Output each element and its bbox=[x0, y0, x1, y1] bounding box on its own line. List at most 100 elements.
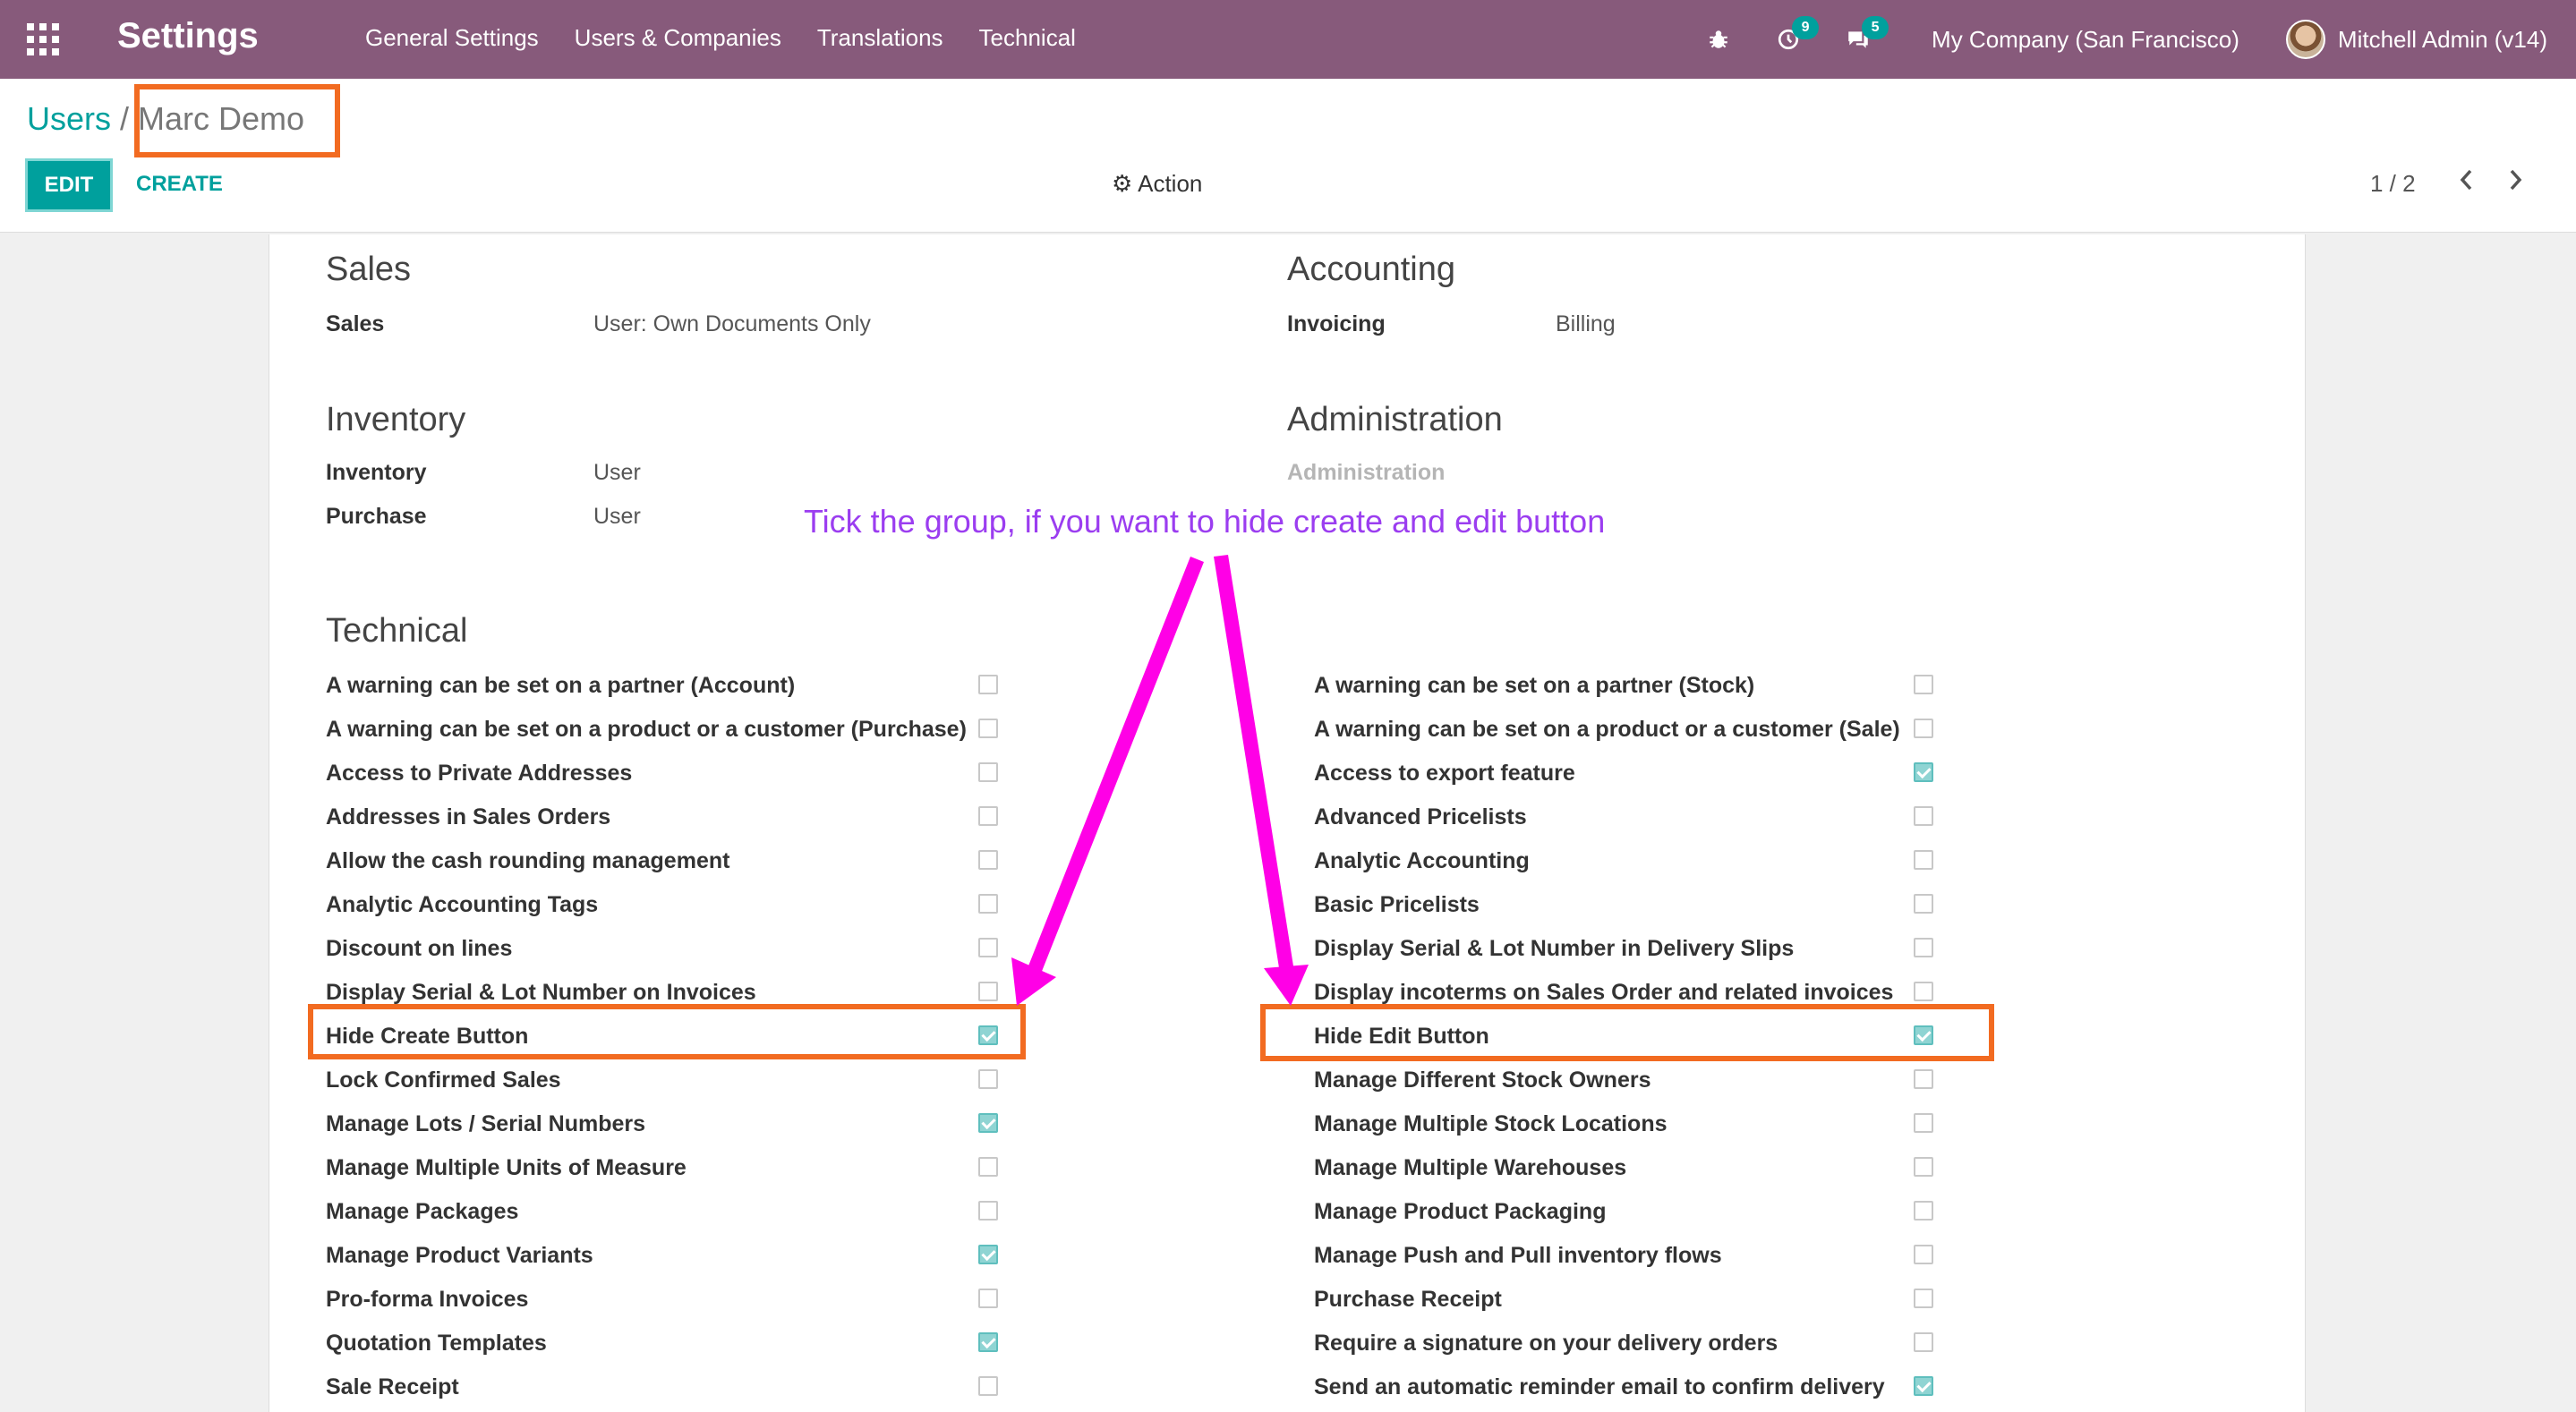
technical-option-label: Manage Lots / Serial Numbers bbox=[326, 1111, 646, 1136]
checkbox[interactable] bbox=[1914, 806, 1933, 826]
checkbox[interactable] bbox=[978, 894, 998, 914]
technical-option-row: Manage Product Variants bbox=[326, 1234, 1005, 1278]
technical-option-label: Allow the cash rounding management bbox=[326, 848, 730, 873]
technical-option-row: A warning can be set on a partner (Stock… bbox=[1314, 664, 1941, 708]
checkbox[interactable] bbox=[1914, 1069, 1933, 1089]
menu-users-companies[interactable]: Users & Companies bbox=[575, 24, 781, 52]
messages-chat-icon[interactable]: 5 bbox=[1840, 16, 1889, 57]
top-navbar: Settings General Settings Users & Compan… bbox=[0, 0, 2576, 79]
technical-option-label: Purchase Receipt bbox=[1314, 1287, 1502, 1312]
checkbox[interactable] bbox=[1914, 982, 1933, 1001]
breadcrumb-separator: / bbox=[120, 100, 130, 137]
control-panel: Users / Marc Demo EDIT CREATE ⚙ Action 1 /… bbox=[0, 79, 2576, 233]
checkbox[interactable] bbox=[978, 938, 998, 957]
technical-option-label: Manage Multiple Units of Measure bbox=[326, 1155, 687, 1180]
technical-option-row: Basic Pricelists bbox=[1314, 883, 1941, 927]
annotation-text: Tick the group, if you want to hide crea… bbox=[804, 503, 1606, 540]
activity-clock-icon[interactable]: 9 bbox=[1770, 16, 1820, 57]
checkbox[interactable] bbox=[978, 719, 998, 738]
field-label-purchase: Purchase bbox=[326, 504, 427, 529]
main-menu: General Settings Users & Companies Trans… bbox=[365, 24, 1076, 52]
checkbox[interactable] bbox=[1914, 1289, 1933, 1308]
technical-option-row: A warning can be set on a product or a c… bbox=[1314, 708, 1941, 752]
checkbox[interactable] bbox=[978, 806, 998, 826]
technical-option-label: Basic Pricelists bbox=[1314, 892, 1480, 917]
checkbox[interactable] bbox=[1914, 719, 1933, 738]
technical-option-label: Pro-forma Invoices bbox=[326, 1287, 529, 1312]
user-menu[interactable]: Mitchell Admin (v14) bbox=[2338, 26, 2547, 54]
section-title-administration: Administration bbox=[1287, 401, 1503, 438]
technical-option-row: Analytic Accounting bbox=[1314, 839, 1941, 883]
technical-option-row: Sale Receipt bbox=[326, 1365, 1005, 1409]
technical-option-label: Analytic Accounting bbox=[1314, 848, 1530, 873]
messages-count-badge: 5 bbox=[1862, 16, 1889, 39]
create-button[interactable]: CREATE bbox=[136, 172, 223, 197]
checkbox[interactable] bbox=[1914, 1113, 1933, 1133]
technical-option-row: Discount on lines bbox=[326, 927, 1005, 971]
checkbox[interactable] bbox=[1914, 850, 1933, 870]
technical-option-label: Sale Receipt bbox=[326, 1374, 459, 1399]
technical-option-label: Manage Multiple Warehouses bbox=[1314, 1155, 1627, 1180]
technical-option-row: Quotation Templates bbox=[326, 1322, 1005, 1365]
checkbox-checked[interactable] bbox=[978, 1113, 998, 1133]
technical-option-label: A warning can be set on a partner (Stock… bbox=[1314, 673, 1755, 698]
technical-option-label: Advanced Pricelists bbox=[1314, 804, 1527, 829]
technical-option-label: Discount on lines bbox=[326, 936, 513, 961]
checkbox[interactable] bbox=[978, 1069, 998, 1089]
section-title-accounting: Accounting bbox=[1287, 251, 1456, 288]
checkbox[interactable] bbox=[978, 1157, 998, 1177]
technical-option-label: Send an automatic reminder email to conf… bbox=[1314, 1374, 1885, 1399]
checkbox[interactable] bbox=[978, 982, 998, 1001]
field-value-sales: User: Own Documents Only bbox=[593, 311, 871, 336]
pager-value: 1 / 2 bbox=[2370, 170, 2416, 197]
technical-option-row: Purchase Receipt bbox=[1314, 1278, 1941, 1322]
technical-option-row: Manage Multiple Units of Measure bbox=[326, 1146, 1005, 1190]
checkbox[interactable] bbox=[1914, 675, 1933, 694]
company-switcher[interactable]: My Company (San Francisco) bbox=[1932, 26, 2239, 54]
technical-option-row: Manage Multiple Warehouses bbox=[1314, 1146, 1941, 1190]
user-avatar[interactable] bbox=[2285, 20, 2325, 59]
menu-translations[interactable]: Translations bbox=[817, 24, 943, 52]
checkbox[interactable] bbox=[1914, 938, 1933, 957]
technical-option-row: Advanced Pricelists bbox=[1314, 795, 1941, 839]
checkbox[interactable] bbox=[978, 1201, 998, 1221]
action-menu[interactable]: ⚙ Action bbox=[1112, 170, 1202, 198]
breadcrumb-users-link[interactable]: Users bbox=[27, 100, 111, 137]
checkbox[interactable] bbox=[1914, 894, 1933, 914]
technical-option-row: Pro-forma Invoices bbox=[326, 1278, 1005, 1322]
bug-icon[interactable] bbox=[1701, 21, 1736, 57]
checkbox[interactable] bbox=[978, 1376, 998, 1396]
checkbox[interactable] bbox=[1914, 1332, 1933, 1352]
chevron-right-icon[interactable] bbox=[2506, 166, 2524, 200]
gear-icon: ⚙ bbox=[1112, 170, 1133, 197]
checkbox-checked[interactable] bbox=[978, 1332, 998, 1352]
technical-option-label: Manage Multiple Stock Locations bbox=[1314, 1111, 1668, 1136]
checkbox[interactable] bbox=[1914, 1201, 1933, 1221]
chevron-left-icon[interactable] bbox=[2458, 166, 2476, 200]
technical-option-label: Analytic Accounting Tags bbox=[326, 892, 599, 917]
technical-option-row: Addresses in Sales Orders bbox=[326, 795, 1005, 839]
menu-general-settings[interactable]: General Settings bbox=[365, 24, 539, 52]
checkbox[interactable] bbox=[1914, 1157, 1933, 1177]
activity-count-badge: 9 bbox=[1792, 16, 1820, 39]
technical-option-row: Manage Packages bbox=[326, 1190, 1005, 1234]
checkbox-checked[interactable] bbox=[978, 1245, 998, 1264]
section-title-sales: Sales bbox=[326, 251, 412, 288]
checkbox[interactable] bbox=[978, 762, 998, 782]
technical-option-row: Manage Lots / Serial Numbers bbox=[326, 1102, 1005, 1146]
checkbox[interactable] bbox=[1914, 1245, 1933, 1264]
navbar-right: 9 5 My Company (San Francisco) Mitchell … bbox=[1667, 16, 2547, 63]
checkbox[interactable] bbox=[978, 675, 998, 694]
highlight-box-hide-edit bbox=[1260, 1004, 1994, 1061]
technical-option-label: A warning can be set on a product or a c… bbox=[1314, 717, 1900, 742]
edit-button[interactable]: EDIT bbox=[25, 158, 113, 212]
technical-option-row: Manage Product Packaging bbox=[1314, 1190, 1941, 1234]
field-value-invoicing: Billing bbox=[1556, 311, 1616, 336]
apps-grid-icon[interactable] bbox=[27, 23, 59, 55]
checkbox[interactable] bbox=[978, 1289, 998, 1308]
checkbox-checked[interactable] bbox=[1914, 1376, 1933, 1396]
checkbox-checked[interactable] bbox=[1914, 762, 1933, 782]
menu-technical[interactable]: Technical bbox=[979, 24, 1076, 52]
technical-option-row: Send an automatic reminder email to conf… bbox=[1314, 1365, 1941, 1409]
checkbox[interactable] bbox=[978, 850, 998, 870]
